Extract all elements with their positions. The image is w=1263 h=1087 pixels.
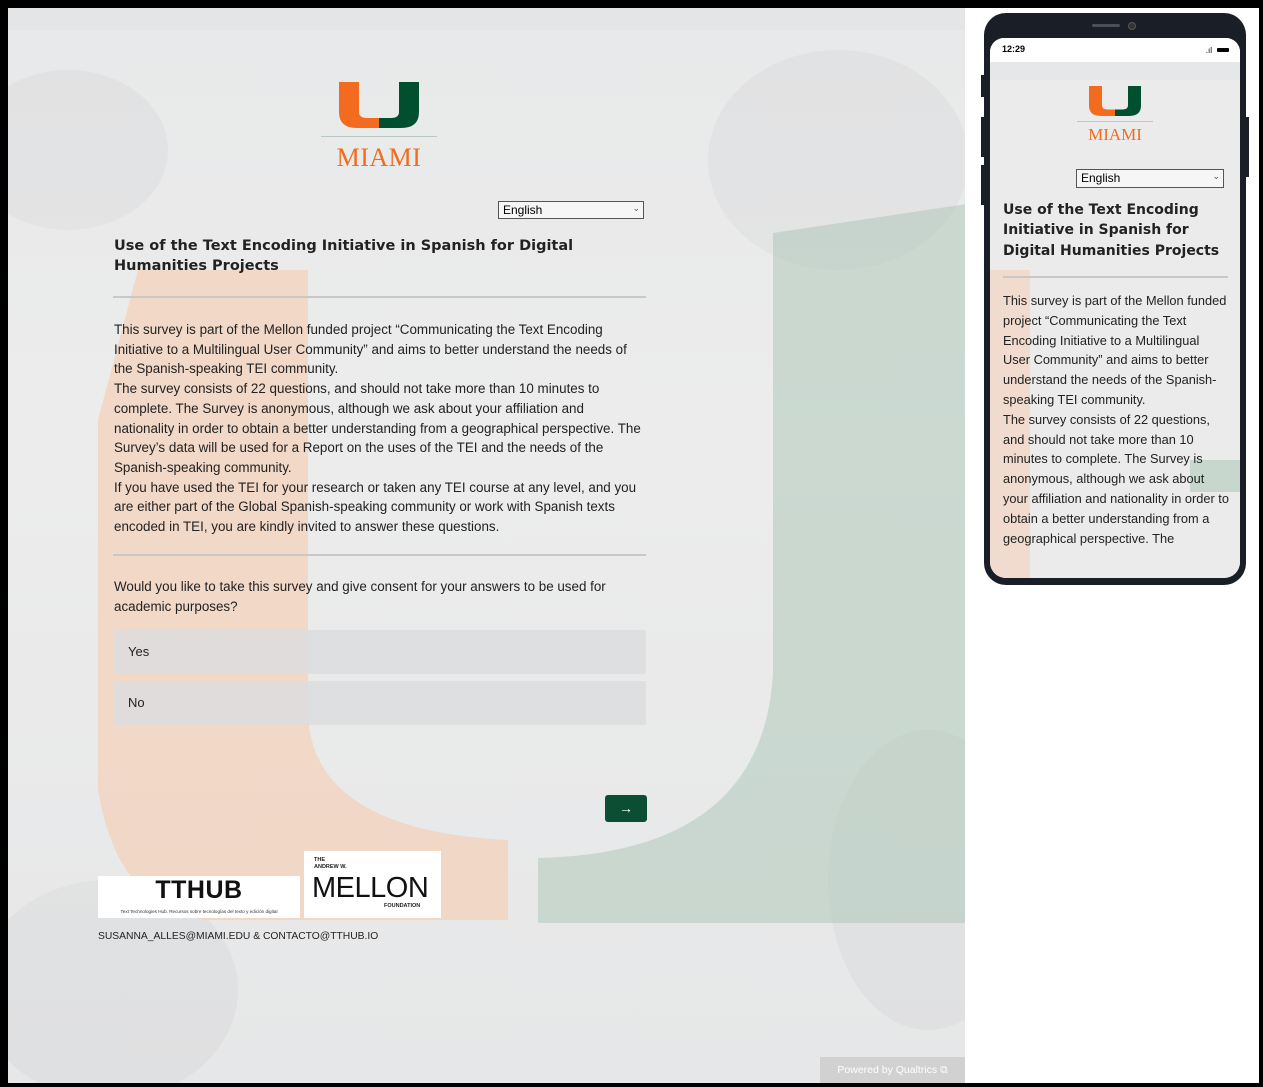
intro-paragraph: This survey is part of the Mellon funded… [114, 322, 627, 377]
phone-camera [1128, 22, 1136, 30]
mellon-foundation: FOUNDATION [384, 903, 421, 909]
survey-title: Use of the Text Encoding Initiative in S… [114, 238, 574, 274]
chevron-down-icon: ⌄ [1212, 171, 1220, 181]
logo-rule [321, 136, 437, 137]
logo-rule [1077, 121, 1153, 122]
contact-text: SUSANNA_ALLES@MIAMI.EDU & CONTACTO@TTHUB… [98, 931, 379, 942]
divider [113, 296, 646, 298]
mobile-miami-logo: MIAMI [1077, 86, 1153, 145]
choice-no[interactable]: No [114, 681, 646, 725]
mobile-survey-title: Use of the Text Encoding Initiative in S… [1003, 202, 1220, 259]
miami-wordmark: MIAMI [1088, 125, 1142, 144]
mellon-the: THE ANDREW W. [314, 857, 347, 870]
survey-intro: This survey is part of the Mellon funded… [114, 320, 646, 537]
miami-wordmark: MIAMI [336, 143, 422, 172]
language-select-value: English [503, 203, 543, 217]
next-button[interactable]: → [605, 795, 647, 822]
choice-yes[interactable]: Yes [114, 630, 646, 674]
miami-u-icon [1089, 86, 1141, 116]
divider [1003, 276, 1228, 278]
tthub-name: TTHUB [155, 876, 243, 904]
mellon-name: MELLON [312, 872, 429, 904]
intro-paragraph: The survey consists of 22 questions, and… [114, 381, 641, 475]
miami-logo: MIAMI [321, 82, 437, 173]
survey-content: MIAMI English ⌄ Use of the Text Encoding… [8, 30, 965, 1083]
powered-by-qualtrics-link[interactable]: Powered by Qualtrics ⧉ [820, 1057, 965, 1083]
tthub-tagline: Text Technologies Hub. Recursos sobre te… [120, 909, 278, 914]
mobile-language-select[interactable]: English ⌄ [1076, 169, 1224, 188]
mobile-survey-intro: This survey is part of the Mellon funded… [1003, 291, 1229, 548]
chevron-down-icon: ⌄ [632, 203, 640, 213]
mobile-top-bar [990, 62, 1240, 80]
language-select[interactable]: English ⌄ [498, 201, 644, 219]
mellon-logo: THE ANDREW W. MELLON FOUNDATION [304, 851, 441, 918]
desktop-top-bar [8, 8, 965, 30]
phone-speaker [1092, 24, 1120, 27]
signal-icon: .ıl [1205, 46, 1212, 55]
tthub-logo: TTHUB Text Technologies Hub. Recursos so… [98, 876, 300, 918]
desktop-preview: MIAMI English ⌄ Use of the Text Encoding… [8, 8, 965, 1083]
mobile-preview: 12:29 .ıl MIAMI English ⌄ Use of the Tex… [981, 13, 1249, 585]
status-time: 12:29 [1002, 44, 1026, 54]
language-select-value: English [1081, 171, 1121, 185]
battery-icon [1217, 48, 1229, 52]
intro-paragraph: This survey is part of the Mellon funded… [1003, 293, 1227, 407]
miami-u-icon [339, 82, 419, 128]
divider [113, 554, 646, 556]
phone-screen: 12:29 .ıl MIAMI English ⌄ Use of the Tex… [990, 38, 1240, 578]
consent-question: Would you like to take this survey and g… [114, 579, 606, 614]
status-bar: 12:29 .ıl [990, 38, 1240, 62]
intro-paragraph: The survey consists of 22 questions, and… [1003, 411, 1229, 546]
intro-paragraph: If you have used the TEI for your resear… [114, 479, 637, 535]
